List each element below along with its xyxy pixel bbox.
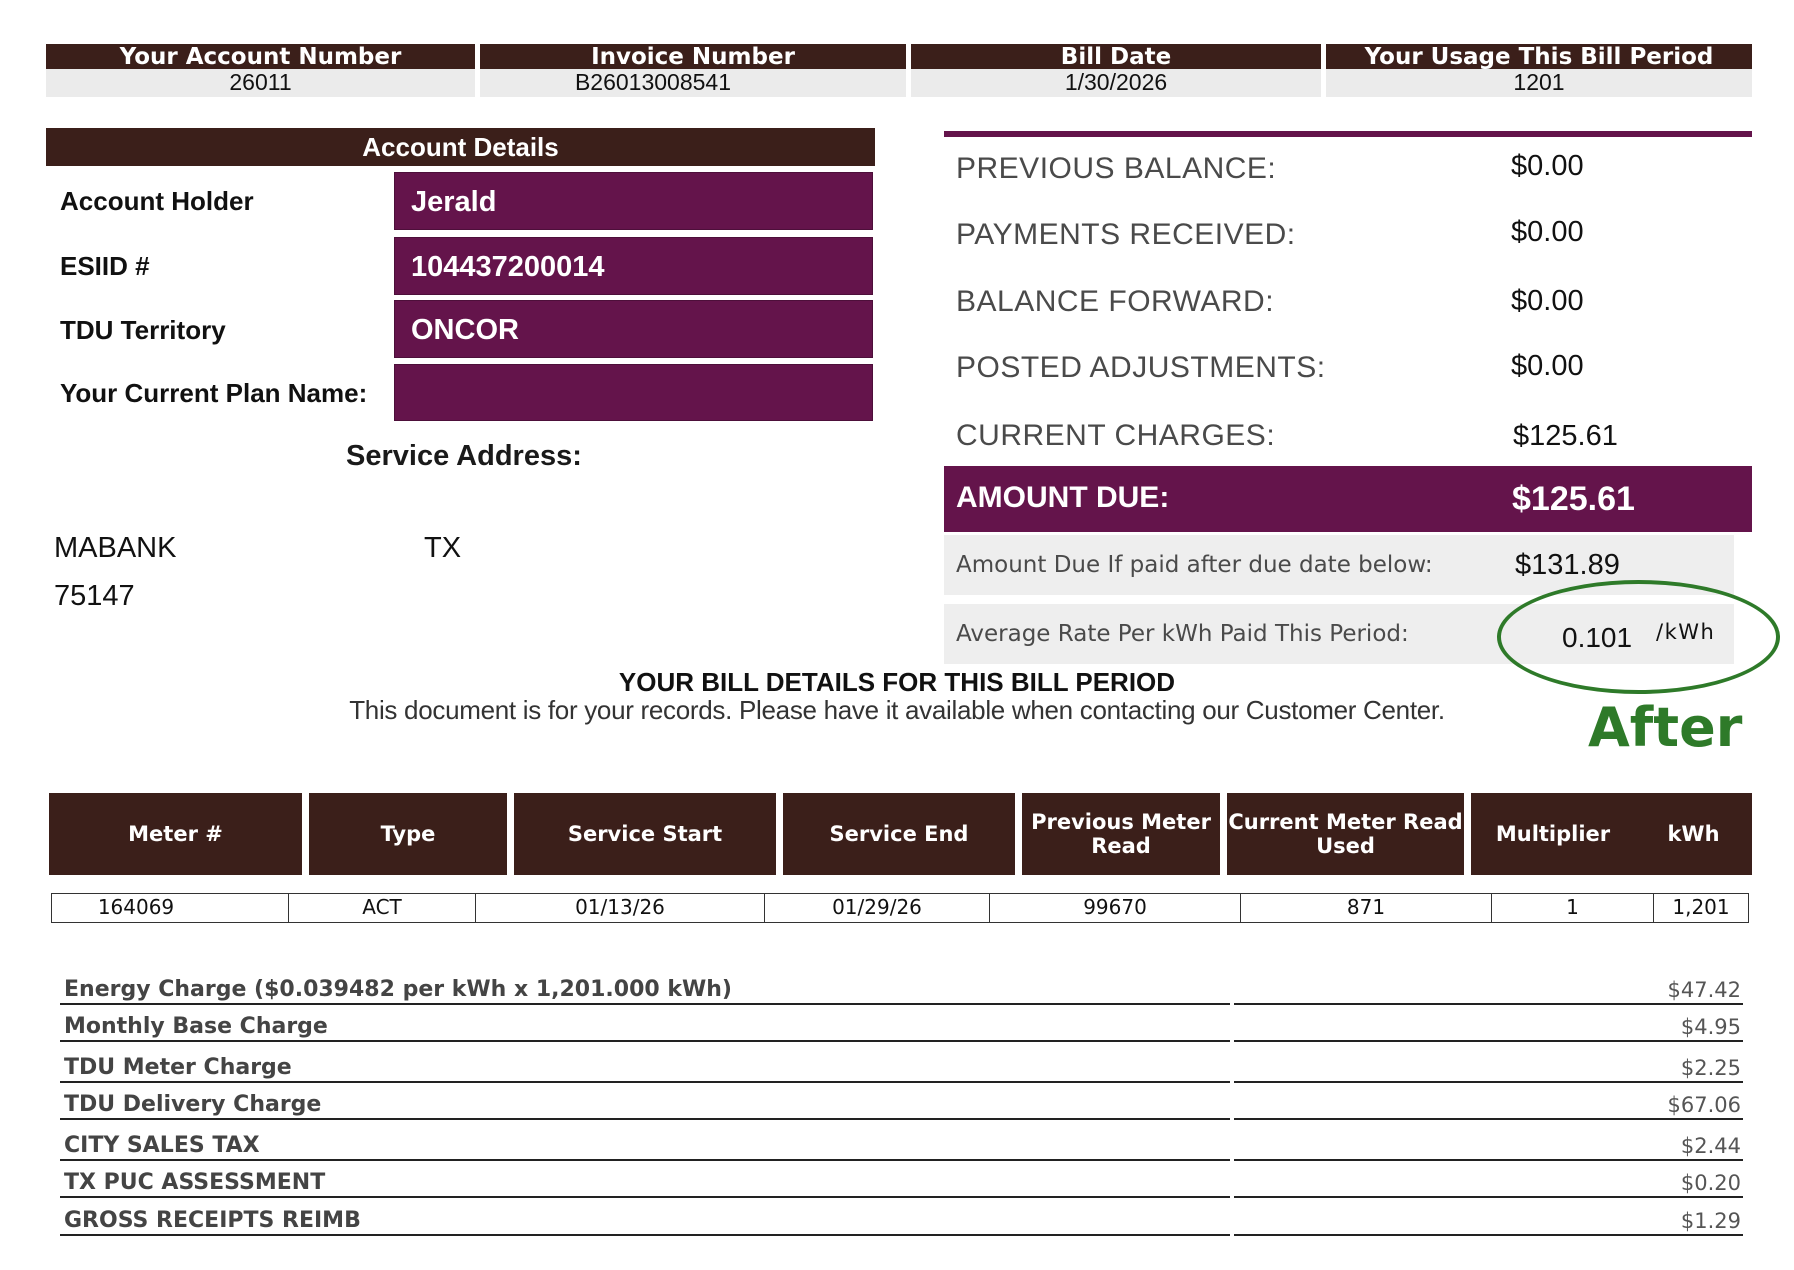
charge-rule bbox=[1234, 1003, 1743, 1005]
current-charges-value: $125.61 bbox=[1513, 420, 1618, 452]
charge-rule bbox=[1234, 1081, 1743, 1083]
charge-rule bbox=[1234, 1118, 1743, 1120]
charge-amount: $4.95 bbox=[1680, 1015, 1741, 1039]
charge-label: GROSS RECEIPTS REIMB bbox=[64, 1208, 361, 1233]
charge-label: Energy Charge ($0.039482 per kWh x 1,201… bbox=[64, 977, 732, 1002]
charge-amount: $67.06 bbox=[1667, 1093, 1741, 1117]
bill-date-header: Bill Date bbox=[911, 44, 1321, 69]
esiid-value: 104437200014 bbox=[394, 237, 873, 295]
esiid-label: ESIID # bbox=[60, 251, 150, 281]
charge-amount: $2.44 bbox=[1680, 1134, 1741, 1158]
charge-amount: $47.42 bbox=[1667, 978, 1741, 1002]
charge-label: TDU Meter Charge bbox=[64, 1055, 292, 1080]
charge-rule bbox=[60, 1196, 1230, 1198]
charge-label: TX PUC ASSESSMENT bbox=[64, 1170, 326, 1195]
meter-number-header: Meter # bbox=[49, 793, 302, 875]
bill-details-title: YOUR BILL DETAILS FOR THIS BILL PERIOD bbox=[618, 667, 1176, 697]
account-number-value: 26011 bbox=[46, 69, 475, 97]
posted-adjustments-label: POSTED ADJUSTMENTS: bbox=[956, 351, 1326, 384]
service-start-header: Service Start bbox=[514, 793, 776, 875]
account-number-header: Your Account Number bbox=[46, 44, 475, 69]
late-amount-label: Amount Due If paid after due date below: bbox=[956, 552, 1433, 578]
current-meter-read-header: Current Meter Read Used bbox=[1227, 793, 1464, 875]
charge-rule bbox=[1234, 1234, 1743, 1236]
charge-label: TDU Delivery Charge bbox=[64, 1092, 322, 1117]
tdu-territory-label: TDU Territory bbox=[60, 315, 226, 345]
service-zip: 75147 bbox=[54, 580, 135, 612]
tdu-territory-value: ONCOR bbox=[394, 300, 873, 358]
multiplier-cell: 1 bbox=[1491, 893, 1654, 923]
late-amount-value: $131.89 bbox=[1515, 549, 1620, 581]
service-address-label: Service Address: bbox=[346, 440, 582, 472]
kwh-cell: 1,201 bbox=[1653, 893, 1749, 923]
charge-label: Monthly Base Charge bbox=[64, 1014, 328, 1039]
charge-label: CITY SALES TAX bbox=[64, 1133, 260, 1158]
charge-rule bbox=[1234, 1196, 1743, 1198]
bill-date-value: 1/30/2026 bbox=[911, 69, 1321, 97]
previous-balance-value: $0.00 bbox=[1511, 150, 1584, 182]
charge-amount: $2.25 bbox=[1680, 1056, 1741, 1080]
current-meter-read-cell: 871 bbox=[1240, 893, 1492, 923]
account-holder-label: Account Holder bbox=[60, 186, 254, 216]
posted-adjustments-value: $0.00 bbox=[1511, 350, 1584, 382]
type-cell: ACT bbox=[288, 893, 476, 923]
amount-due-box: AMOUNT DUE: $125.61 bbox=[944, 466, 1752, 532]
charge-row: CITY SALES TAX $2.44 bbox=[60, 1125, 1743, 1161]
service-city: MABANK bbox=[54, 532, 177, 564]
charge-row: GROSS RECEIPTS REIMB $1.29 bbox=[60, 1200, 1743, 1236]
meter-number-cell: 164069 bbox=[51, 893, 289, 923]
balance-forward-value: $0.00 bbox=[1511, 285, 1584, 317]
previous-balance-label: PREVIOUS BALANCE: bbox=[956, 152, 1277, 185]
invoice-number-value: B26013008541 bbox=[480, 69, 906, 97]
usage-value: 1201 bbox=[1326, 69, 1752, 97]
type-header: Type bbox=[309, 793, 507, 875]
charge-rule bbox=[60, 1003, 1230, 1005]
charge-rule bbox=[1234, 1159, 1743, 1161]
amount-due-label: AMOUNT DUE: bbox=[956, 481, 1170, 514]
charge-row: TDU Delivery Charge $67.06 bbox=[60, 1084, 1743, 1120]
charge-rule bbox=[60, 1040, 1230, 1042]
charge-rule bbox=[1234, 1040, 1743, 1042]
account-holder-value: Jerald bbox=[394, 172, 873, 230]
previous-meter-read-cell: 99670 bbox=[989, 893, 1241, 923]
charge-amount: $1.29 bbox=[1680, 1209, 1741, 1233]
plan-name-label: Your Current Plan Name: bbox=[60, 378, 368, 408]
usage-header: Your Usage This Bill Period bbox=[1326, 44, 1752, 69]
multiplier-header: Multiplier bbox=[1471, 793, 1635, 875]
service-end-header: Service End bbox=[783, 793, 1015, 875]
charge-rule bbox=[60, 1159, 1230, 1161]
charge-amount: $0.20 bbox=[1680, 1171, 1741, 1195]
charge-row: TDU Meter Charge $2.25 bbox=[60, 1047, 1743, 1083]
balance-top-rule bbox=[944, 131, 1752, 137]
balance-forward-label: BALANCE FORWARD: bbox=[956, 285, 1275, 318]
charge-row: Monthly Base Charge $4.95 bbox=[60, 1006, 1743, 1042]
payments-received-value: $0.00 bbox=[1511, 216, 1584, 248]
service-state: TX bbox=[424, 532, 462, 564]
previous-meter-read-header: Previous Meter Read bbox=[1022, 793, 1220, 875]
avg-rate-label: Average Rate Per kWh Paid This Period: bbox=[956, 621, 1409, 647]
payments-received-label: PAYMENTS RECEIVED: bbox=[956, 218, 1296, 251]
charge-row: Energy Charge ($0.039482 per kWh x 1,201… bbox=[60, 969, 1743, 1005]
amount-due-value: $125.61 bbox=[1512, 480, 1635, 518]
charge-rule bbox=[60, 1234, 1230, 1236]
invoice-number-header: Invoice Number bbox=[480, 44, 906, 69]
charge-rule bbox=[60, 1081, 1230, 1083]
charge-rule bbox=[60, 1118, 1230, 1120]
charge-row: TX PUC ASSESSMENT $0.20 bbox=[60, 1162, 1743, 1198]
current-charges-label: CURRENT CHARGES: bbox=[956, 419, 1276, 452]
kwh-header: kWh bbox=[1635, 793, 1752, 875]
service-end-cell: 01/29/26 bbox=[764, 893, 990, 923]
bill-details-subtitle: This document is for your records. Pleas… bbox=[349, 695, 1445, 725]
account-details-title: Account Details bbox=[46, 128, 875, 166]
plan-name-value bbox=[394, 364, 873, 421]
service-start-cell: 01/13/26 bbox=[475, 893, 765, 923]
